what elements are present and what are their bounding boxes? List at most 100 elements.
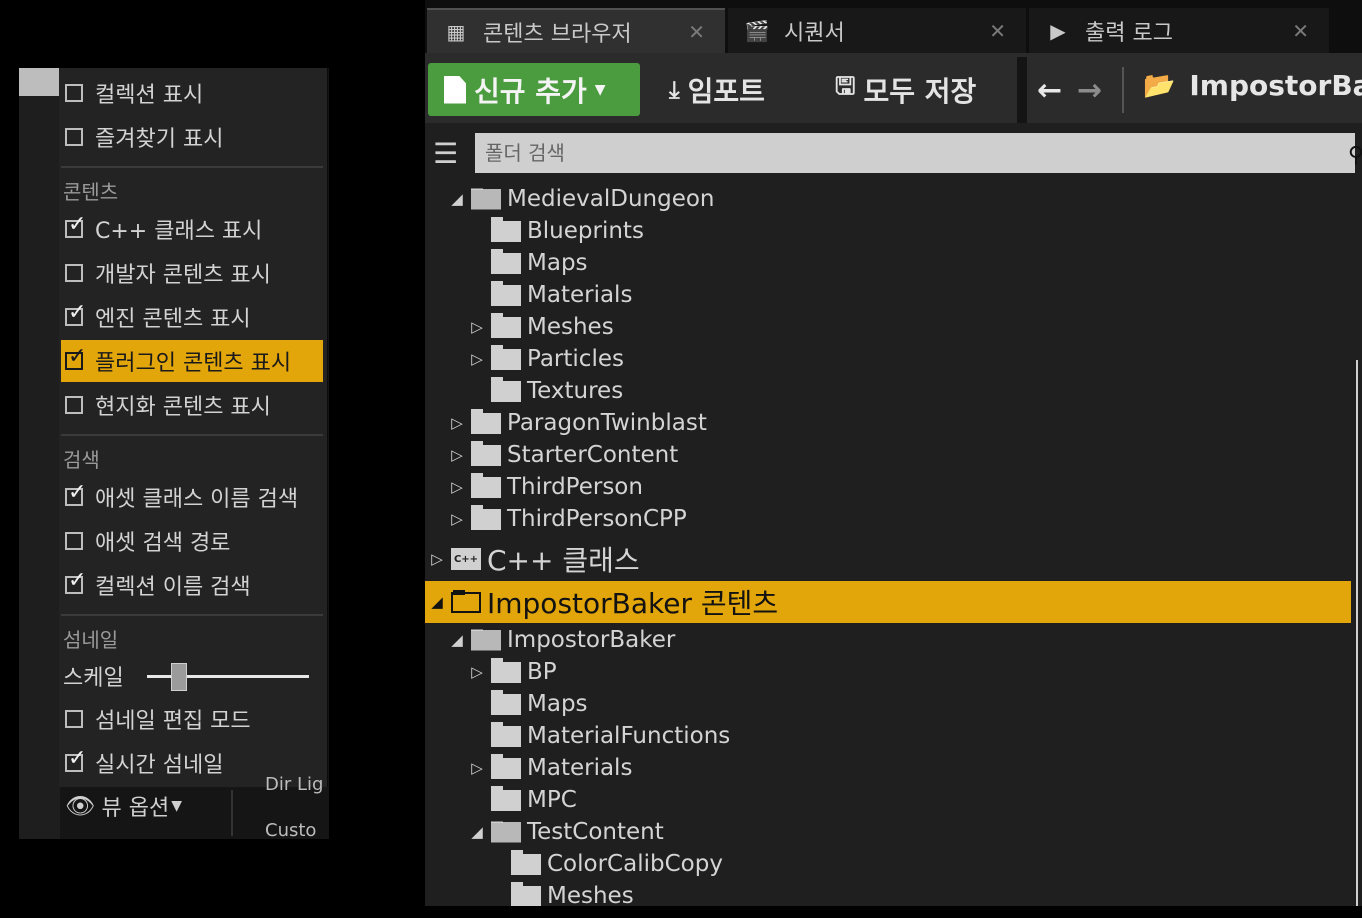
expand-arrow-closed-icon[interactable]: ▷ (469, 318, 485, 336)
forward-arrow-icon[interactable]: → (1077, 73, 1102, 108)
expand-arrow-open-icon[interactable]: ◢ (469, 823, 485, 841)
open-folder-icon: 📂 (1143, 70, 1176, 101)
download-icon: ⤓ (669, 75, 680, 104)
close-icon[interactable]: ✕ (989, 19, 1006, 43)
tree-folder[interactable]: ▷ StarterContent (425, 439, 1362, 471)
checkbox-show-localized-content[interactable] (65, 396, 83, 414)
view-options-button[interactable]: 👁 뷰 옵션 ▼ (65, 790, 182, 822)
tree-folder[interactable]: ▷ BP (425, 656, 1362, 688)
tree-folder[interactable]: ▷ Materials (425, 752, 1362, 784)
menu-item-show-developer-content[interactable]: 개발자 콘텐츠 표시 (61, 252, 323, 294)
menu-item-show-cpp-classes[interactable]: C++ 클래스 표시 (61, 208, 323, 250)
thumbnail-scale-slider-handle[interactable] (171, 663, 187, 691)
add-new-button[interactable]: 신규 추가 ▼ (428, 63, 640, 116)
menu-item-label: 컬렉션 표시 (95, 83, 204, 108)
checkbox-show-developer-content[interactable] (65, 264, 83, 282)
tree-folder[interactable]: ◢ MedievalDungeon (425, 183, 1362, 215)
tree-folder-label: StarterContent (507, 442, 679, 468)
tree-folder[interactable]: ▷ Meshes (425, 311, 1362, 343)
checkbox-show-cpp-classes[interactable] (65, 214, 86, 238)
tree-folder[interactable]: ◢ ImpostorBaker (425, 624, 1362, 656)
expand-arrow-open-icon[interactable]: ◢ (429, 593, 445, 611)
tab-label: 시퀀서 (784, 20, 845, 46)
tree-folder[interactable]: Meshes (425, 880, 1362, 906)
tree-root-cpp-classes[interactable]: ▷ C++ C++ 클래스 (425, 539, 1351, 579)
tab-content-browser[interactable]: ▦ 콘텐츠 브라우저 ✕ (427, 8, 725, 53)
terminal-icon: ▶ (1050, 18, 1066, 43)
tree-folder[interactable]: Maps (425, 247, 1362, 279)
expand-arrow-closed-icon[interactable]: ▷ (469, 663, 485, 681)
checkbox-show-collections[interactable] (65, 84, 83, 102)
menu-item-search-asset-path[interactable]: 애셋 검색 경로 (61, 520, 323, 562)
caret-down-icon: ▼ (594, 81, 606, 98)
expand-arrow-closed-icon[interactable]: ▷ (449, 414, 465, 432)
menu-item-show-plugin-content[interactable]: 플러그인 콘텐츠 표시 (61, 340, 323, 382)
tree-list-icon[interactable]: ☰ (433, 137, 458, 170)
tree-folder-label: ParagonTwinblast (507, 410, 707, 436)
import-button[interactable]: ⤓ 임포트 (669, 63, 765, 116)
checkbox-search-asset-path[interactable] (65, 532, 83, 550)
tree-folder-label: MaterialFunctions (527, 723, 731, 749)
tree-folder[interactable]: ▷ ParagonTwinblast (425, 407, 1362, 439)
checkbox-show-plugin-content[interactable] (65, 346, 86, 370)
menu-item-show-collections[interactable]: 컬렉션 표시 (61, 72, 323, 114)
tree-folder[interactable]: Materials (425, 279, 1362, 311)
tree-folder[interactable]: Textures (425, 375, 1362, 407)
expand-arrow-closed-icon[interactable]: ▷ (469, 350, 485, 368)
folder-icon (471, 408, 501, 434)
tree-folder[interactable]: MaterialFunctions (425, 720, 1362, 752)
menu-item-show-favorites[interactable]: 즐겨찾기 표시 (61, 116, 323, 158)
checkbox-search-collection-names[interactable] (65, 570, 86, 594)
tab-label: 출력 로그 (1085, 20, 1173, 46)
expand-arrow-closed-icon[interactable]: ▷ (469, 759, 485, 777)
open-folder-icon (451, 589, 481, 613)
search-icon[interactable]: ⚲ (1348, 143, 1362, 168)
expand-arrow-closed-icon[interactable]: ▷ (449, 510, 465, 528)
checkbox-show-engine-content[interactable] (65, 302, 86, 326)
expand-arrow-open-icon[interactable]: ◢ (449, 631, 465, 649)
tree-folder[interactable]: ▷ ThirdPersonCPP (425, 503, 1362, 535)
tree-folder[interactable]: MPC (425, 784, 1362, 816)
checkbox-thumbnail-edit-mode[interactable] (65, 710, 83, 728)
expand-arrow-closed-icon[interactable]: ▷ (429, 550, 445, 568)
menu-item-search-collection-names[interactable]: 컬렉션 이름 검색 (61, 564, 323, 606)
menu-item-show-localized-content[interactable]: 현지화 콘텐츠 표시 (61, 384, 323, 426)
tab-bar: ▦ 콘텐츠 브라우저 ✕ 🎬 시퀀서 ✕ ▶ 출력 로그 ✕ (425, 0, 1362, 53)
folder-icon (491, 216, 521, 242)
checkbox-show-favorites[interactable] (65, 128, 83, 146)
tab-sequencer[interactable]: 🎬 시퀀서 ✕ (728, 8, 1026, 53)
tree-folder[interactable]: ◢ TestContent (425, 816, 1362, 848)
folder-search-input[interactable] (475, 133, 1355, 173)
checkbox-search-asset-class-names[interactable] (65, 482, 86, 506)
close-icon[interactable]: ✕ (1292, 19, 1309, 43)
folder-icon (491, 280, 521, 306)
caret-down-icon: ▼ (171, 798, 182, 814)
folder-icon (491, 376, 521, 402)
tree-folder[interactable]: ▷ ThirdPerson (425, 471, 1362, 503)
tree-folder[interactable]: ▷ Particles (425, 343, 1362, 375)
tree-folder[interactable]: Maps (425, 688, 1362, 720)
tree-folder[interactable]: Blueprints (425, 215, 1362, 247)
folder-tree: ◢ MedievalDungeon Blueprints Maps Materi… (425, 181, 1362, 906)
back-arrow-icon[interactable]: ← (1037, 73, 1062, 108)
menu-divider (61, 614, 323, 616)
section-title-search: 검색 (63, 448, 100, 472)
expand-arrow-closed-icon[interactable]: ▷ (449, 446, 465, 464)
save-all-button[interactable]: 🖫 모두 저장 (835, 63, 976, 116)
new-document-icon (444, 75, 466, 104)
menu-item-search-asset-class-names[interactable]: 애셋 클래스 이름 검색 (61, 476, 323, 518)
scrollbar[interactable] (1356, 360, 1358, 906)
expand-arrow-open-icon[interactable]: ◢ (449, 190, 465, 208)
close-icon[interactable]: ✕ (688, 20, 705, 44)
menu-item-label: 컬렉션 이름 검색 (95, 575, 251, 600)
checkbox-realtime-thumbnails[interactable] (65, 748, 86, 772)
save-icon: 🖫 (835, 72, 856, 100)
menu-item-thumbnail-edit-mode[interactable]: 섬네일 편집 모드 (61, 698, 323, 740)
menu-item-show-engine-content[interactable]: 엔진 콘텐츠 표시 (61, 296, 323, 338)
tab-output-log[interactable]: ▶ 출력 로그 ✕ (1029, 8, 1329, 53)
tree-root-impostorbaker-content[interactable]: ◢ ImpostorBaker 콘텐츠 (425, 581, 1351, 623)
path-breadcrumb[interactable]: 📂 ImpostorBak (1143, 69, 1362, 102)
tree-folder[interactable]: ColorCalibCopy (425, 848, 1362, 880)
tree-folder-label: ThirdPerson (507, 474, 643, 500)
expand-arrow-closed-icon[interactable]: ▷ (449, 478, 465, 496)
